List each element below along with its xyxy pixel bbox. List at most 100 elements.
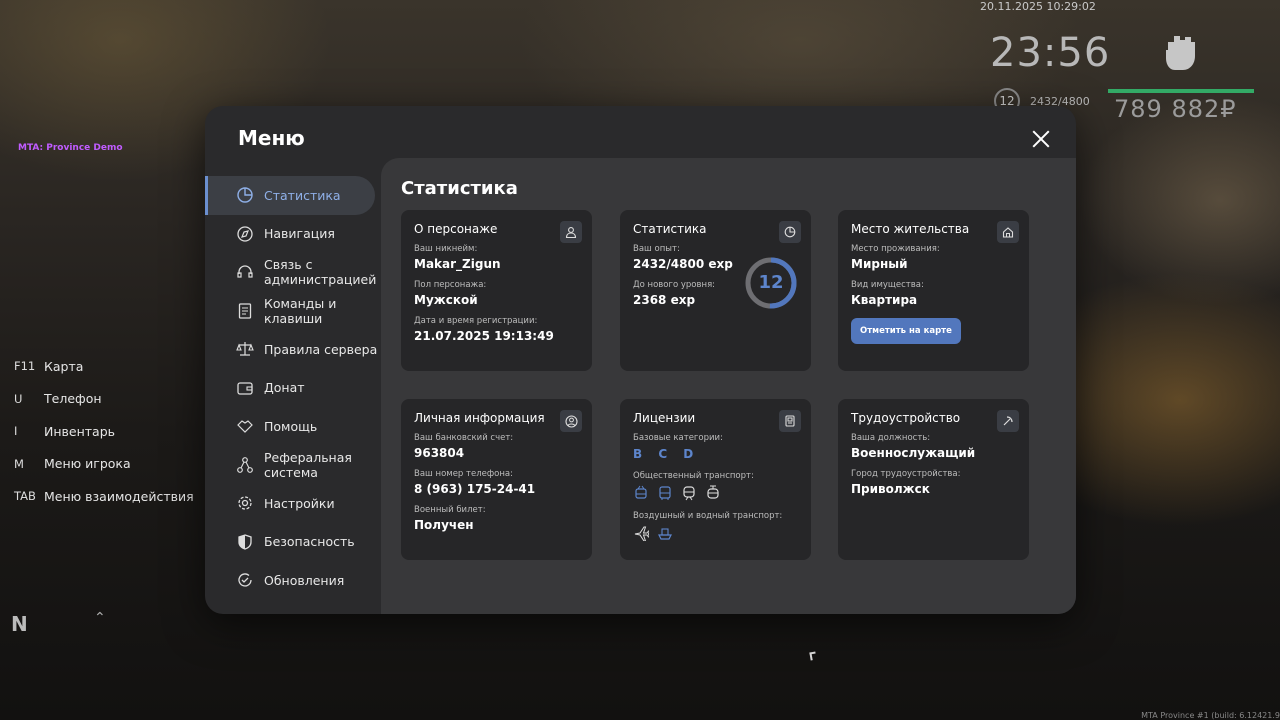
field-label: Военный билет: (414, 505, 486, 515)
card-title: Место жительства (851, 222, 970, 236)
hotkey-key: TAB (14, 489, 36, 504)
hotkey-inventory: I Инвентарь (10, 415, 194, 448)
nav-label: Безопасность (264, 534, 355, 550)
nickname-value: Makar_Zigun (414, 257, 501, 271)
mark-on-map-button[interactable]: Отметить на карте (851, 318, 961, 344)
nav-item-help[interactable]: Помощь (205, 407, 381, 446)
public-transport-icons (633, 485, 798, 501)
nav-item-settings[interactable]: Настройки (205, 484, 381, 523)
card-residence: Место жительства Место проживания: Мирны… (838, 210, 1029, 371)
hotkey-list: F11 Карта U Телефон I Инвентарь M Меню игрок… (10, 350, 194, 513)
scales-icon (236, 342, 254, 356)
level-progress-ring: 12 (744, 256, 798, 310)
nav-label: Реферальная система (264, 449, 352, 480)
nav-label: Обновления (264, 572, 345, 588)
card-licenses: Лицензии Базовые категории: B C D Общест… (620, 399, 811, 560)
hotkey-label: Инвентарь (44, 423, 115, 439)
build-label: MTA Province #1 (build: 6.12421.9 (1141, 711, 1280, 720)
nav-item-security[interactable]: Безопасность (205, 523, 381, 562)
nav-label: Связь с администрацией (264, 257, 377, 288)
hotkey-interaction-menu: TAB Меню взаимодействия (10, 480, 194, 513)
card-personal: Личная информация Ваш банковский счет: 9… (401, 399, 592, 560)
level-value: 12 (758, 272, 784, 293)
nav-item-referral[interactable]: Реферальная система (205, 446, 381, 485)
hud-datetime: 20.11.2025 10:29:02 (980, 0, 1096, 13)
field-label: Базовые категории: (633, 433, 723, 443)
sidebar: Статистика Навигация Связь с администрац… (205, 176, 381, 600)
hotkey-map: F11 Карта (10, 350, 194, 383)
document-icon (238, 303, 252, 319)
field-label: Город трудоустройства: (851, 469, 961, 479)
health-bar (1108, 89, 1254, 93)
hud-clock: 23:56 (990, 30, 1111, 76)
airplane-icon (634, 526, 649, 541)
nav-label: Навигация (264, 226, 335, 242)
military-value: Получен (414, 518, 474, 532)
field-label: Ваша должность: (851, 433, 931, 443)
property-value: Квартира (851, 293, 918, 307)
place-value: Мирный (851, 257, 908, 271)
reg-date-value: 21.07.2025 19:13:49 (414, 329, 554, 343)
hotkey-key: M (14, 456, 24, 471)
menu-title: Меню (238, 126, 305, 150)
hotkey-player-menu: M Меню игрока (10, 448, 194, 481)
nav-item-rules[interactable]: Правила сервера (205, 330, 381, 369)
nav-label: Правила сервера (264, 341, 378, 357)
nav-item-commands[interactable]: Команды и клавиши (205, 292, 381, 331)
nav-item-statistics[interactable]: Статистика (205, 176, 375, 215)
pickaxe-icon (997, 410, 1019, 432)
close-button[interactable] (1029, 127, 1053, 151)
card-title: Лицензии (633, 411, 696, 425)
hud-money: 789 882₽ (1114, 95, 1237, 123)
bus-icon (659, 486, 671, 500)
bank-value: 963804 (414, 446, 465, 460)
pie-chart-icon (779, 221, 801, 243)
hotkey-key: U (14, 391, 23, 406)
gender-value: Мужской (414, 293, 478, 307)
tram-icon (707, 485, 719, 499)
hotkey-key: F11 (14, 359, 36, 374)
field-label: Ваш никнейм: (414, 244, 478, 254)
user-icon (560, 221, 582, 243)
phone-value: 8 (963) 175-24-41 (414, 482, 536, 496)
field-label: Пол персонажа: (414, 280, 487, 290)
nav-item-navigation[interactable]: Навигация (205, 215, 381, 254)
field-label: Место проживания: (851, 244, 940, 254)
field-label: Ваш номер телефона: (414, 469, 513, 479)
nav-label: Помощь (264, 418, 318, 434)
field-label: Ваш опыт: (633, 244, 680, 254)
compass-icon (237, 226, 253, 242)
mouse-cursor-icon (809, 651, 817, 661)
headset-icon (237, 265, 253, 278)
handshake-icon (237, 420, 253, 434)
nav-label: Настройки (264, 495, 335, 511)
field-label: Вид имущества: (851, 280, 924, 290)
compass-arrow-icon: ⌃ (94, 610, 106, 626)
card-title: О персонаже (414, 222, 498, 236)
field-label: Ваш банковский счет: (414, 433, 514, 443)
shield-icon (238, 534, 252, 550)
hotkey-label: Телефон (44, 391, 102, 407)
nav-item-updates[interactable]: Обновления (205, 561, 381, 600)
nav-label: Команды и клавиши (264, 295, 337, 326)
license-categories: B C D (633, 447, 700, 461)
profile-circle-icon (560, 410, 582, 432)
server-label: MTA: Province Demo (18, 143, 123, 153)
nav-item-donate[interactable]: Донат (205, 369, 381, 408)
nav-item-admin-contact[interactable]: Связь с администрацией (205, 253, 381, 292)
field-label: Общественный транспорт: (633, 471, 754, 481)
card-title: Статистика (633, 222, 707, 236)
pie-chart-icon (237, 187, 253, 203)
trolleybus-icon (635, 485, 647, 499)
hotkey-label: Меню взаимодействия (44, 488, 194, 504)
content-panel: Статистика О персонаже Ваш никнейм: Maka… (381, 158, 1076, 614)
nav-label: Статистика (264, 187, 341, 203)
card-stats: Статистика Ваш опыт: 2432/4800 exp До но… (620, 210, 811, 371)
nav-label: Донат (264, 380, 305, 396)
network-icon (237, 456, 253, 473)
compass: N (11, 612, 28, 636)
gear-icon (238, 496, 252, 510)
card-title: Трудоустройство (851, 411, 961, 425)
job-city-value: Приволжск (851, 482, 930, 496)
home-icon (997, 221, 1019, 243)
